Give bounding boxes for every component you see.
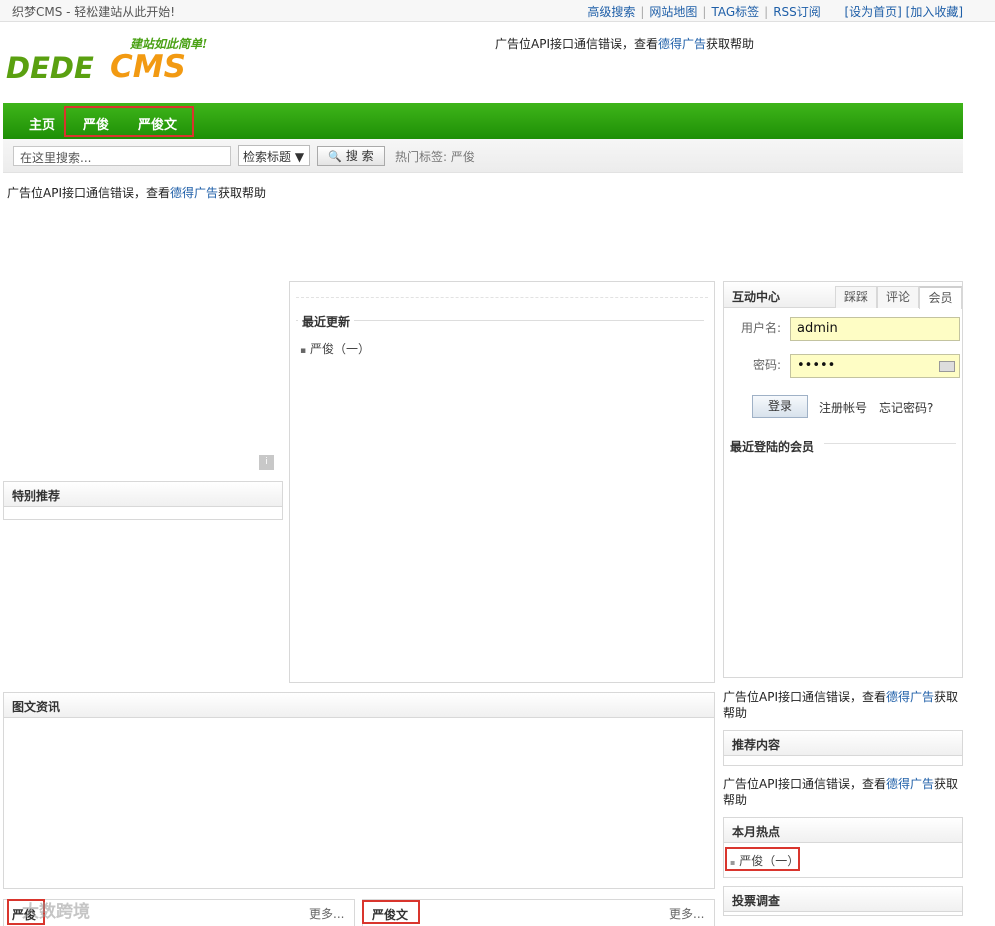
slider-toggle-icon[interactable]: i bbox=[259, 455, 274, 470]
hot-item-highlight-box bbox=[725, 847, 800, 871]
tag-link[interactable]: TAG标签 bbox=[711, 5, 759, 19]
top-links: 高级搜索 | 网站地图 | TAG标签 | RSS订阅 [设为首页] [加入收藏] bbox=[587, 5, 963, 19]
nav-item-home[interactable]: 主页 bbox=[29, 114, 55, 133]
header-ad-message: 广告位API接口通信错误，查看德得广告获取帮助 bbox=[495, 37, 755, 51]
banner-ad-message: 广告位API接口通信错误，查看德得广告获取帮助 bbox=[7, 186, 267, 200]
password-label: 密码: bbox=[753, 358, 782, 372]
vote-title: 投票调查 bbox=[732, 894, 781, 908]
username-label: 用户名: bbox=[741, 321, 782, 335]
hot-tags[interactable]: 热门标签: 严俊 bbox=[395, 148, 475, 165]
list-item[interactable]: ▪ 严俊（一） bbox=[300, 340, 370, 357]
logo-cms: CMS bbox=[110, 49, 186, 85]
member-login-panel: 互动中心 踩踩 评论 会员 用户名: admin 密码: ••••• 登录 注册… bbox=[723, 281, 963, 678]
special-recommend-title: 特别推荐 bbox=[12, 489, 61, 503]
tab-member[interactable]: 会员 bbox=[919, 286, 962, 309]
main-nav: 主页 严俊 严俊文 bbox=[3, 103, 963, 139]
sidebar-ad-message-2: 广告位API接口通信错误，查看德得广告获取 帮助 bbox=[723, 777, 959, 807]
special-recommend-panel: 特别推荐 bbox=[3, 481, 283, 520]
top-bar: 织梦CMS - 轻松建站从此开始! 高级搜索 | 网站地图 | TAG标签 | RSS订阅 … bbox=[0, 0, 995, 22]
search-icon: 🔍 bbox=[328, 150, 343, 163]
sitemap-link[interactable]: 网站地图 bbox=[649, 5, 697, 19]
more-link-yanjunwen[interactable]: 更多... bbox=[669, 905, 704, 922]
homepage-favorite-links[interactable]: [设为首页] [加入收藏] bbox=[844, 5, 963, 19]
nav-highlight-box bbox=[64, 106, 194, 137]
search-type-select[interactable]: 检索标题 ▼ bbox=[238, 145, 310, 166]
ad-help-link[interactable]: 德得广告 bbox=[886, 690, 934, 704]
forgot-password-link[interactable]: 忘记密码? bbox=[879, 399, 933, 416]
recent-updates-title: 最近更新 bbox=[298, 313, 355, 330]
ad-help-link[interactable]: 德得广告 bbox=[170, 186, 218, 200]
monthly-hot-title: 本月热点 bbox=[732, 825, 781, 839]
logo-dede: DEDE bbox=[6, 51, 94, 85]
search-button[interactable]: 🔍 搜 索 bbox=[317, 146, 385, 166]
watermark-text: 大数跨境 bbox=[22, 902, 90, 922]
more-link-yanjun[interactable]: 更多... bbox=[309, 905, 344, 922]
member-panel-title: 互动中心 bbox=[732, 290, 781, 304]
rss-link[interactable]: RSS订阅 bbox=[773, 5, 821, 19]
sidebar-ad-message-1: 广告位API接口通信错误，查看德得广告获取 帮助 bbox=[723, 690, 959, 720]
username-field[interactable]: admin bbox=[790, 317, 960, 341]
tab-dig[interactable]: 踩踩 bbox=[835, 286, 877, 308]
advanced-search-link[interactable]: 高级搜索 bbox=[587, 5, 635, 19]
register-link[interactable]: 注册帐号 bbox=[819, 399, 867, 416]
ad-help-link[interactable]: 德得广告 bbox=[658, 37, 706, 51]
search-bar: 在这里搜索... 检索标题 ▼ 🔍 搜 索 热门标签: 严俊 bbox=[3, 139, 963, 173]
recommended-content-title: 推荐内容 bbox=[732, 738, 781, 752]
search-input[interactable]: 在这里搜索... bbox=[13, 146, 231, 166]
recommended-content-panel: 推荐内容 bbox=[723, 730, 963, 766]
password-field[interactable]: ••••• bbox=[790, 354, 960, 378]
picture-news-title: 图文资讯 bbox=[12, 700, 61, 714]
vote-panel: 投票调查 bbox=[723, 886, 963, 916]
login-button[interactable]: 登录 bbox=[752, 395, 808, 418]
block2-highlight-box bbox=[362, 900, 420, 924]
recent-members-title: 最近登陆的会员 bbox=[730, 440, 815, 454]
ad-help-link[interactable]: 德得广告 bbox=[886, 777, 934, 791]
keyboard-icon[interactable] bbox=[939, 361, 955, 372]
recent-updates-panel: 最近更新 ▪ 严俊（一） bbox=[289, 281, 715, 683]
site-logo[interactable]: 建站如此简单! DEDE CMS bbox=[6, 35, 218, 87]
picture-news-panel: 图文资讯 bbox=[3, 692, 715, 889]
tab-comment[interactable]: 评论 bbox=[877, 286, 919, 308]
site-slogan: 织梦CMS - 轻松建站从此开始! bbox=[12, 5, 176, 19]
